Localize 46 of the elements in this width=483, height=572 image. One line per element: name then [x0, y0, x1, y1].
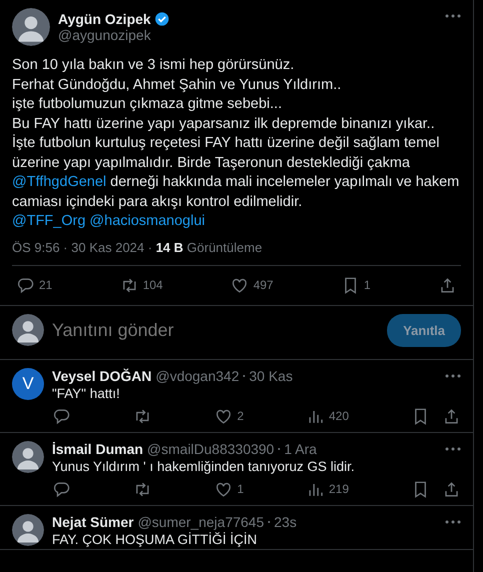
author-handle[interactable]: @aygunozipek	[58, 27, 437, 43]
count: 21	[39, 278, 52, 292]
reply-text: "FAY" hattı!	[52, 386, 121, 400]
tweet-text: işte futbolumuzun çıkmaza gitme sebebi...	[12, 95, 282, 114]
avatar[interactable]	[12, 8, 50, 46]
author-name[interactable]: Aygün Ozipek	[58, 11, 151, 27]
mention-link[interactable]: @TFF_Org	[12, 212, 86, 232]
more-icon[interactable]	[445, 374, 461, 378]
mention-link[interactable]: @TffhgdGenel	[12, 173, 106, 192]
reply-icon[interactable]	[16, 276, 35, 294]
tweet-text: Son 10 yıla bakın ve 3 ismi hep görürsünüz.	[12, 56, 294, 75]
author-name[interactable]: İsmail Duman	[52, 440, 144, 456]
more-icon[interactable]	[445, 14, 461, 18]
reply-text: FAY. ÇOK HOŞUMA GİTTİĞİ İÇİN	[52, 532, 258, 546]
reply-time[interactable]: 1 Ara	[284, 440, 317, 456]
tweet-text: derneği hakkında mali incelemeler yapılmalı ve hakem	[110, 173, 460, 192]
count: 1	[364, 278, 371, 292]
author-name[interactable]: Nejat Sümer	[52, 514, 134, 530]
reply-icon[interactable]	[52, 480, 71, 498]
count: 1	[237, 482, 244, 496]
tweet-text: Ferhat Gündoğdu, Ahmet Şahin ve Yunus Yıldırım..	[12, 76, 342, 94]
tweet-text: üzerine yapı yapılmalıdır. Birde Taşeronun desteklediği çakma	[12, 154, 410, 172]
avatar[interactable]	[12, 440, 44, 472]
tweet-meta: ÖS 9:56 · 30 Kas 2024 · 14 B Görüntüleme	[12, 240, 264, 254]
tweet-text: Bu FAY hattı üzerine yapı yaparsanız ilk depremde binanızı yıkar..	[12, 114, 435, 134]
mention-link[interactable]: @haciosmanoglui	[90, 212, 206, 232]
author-handle[interactable]: @smailDu88330390	[147, 440, 274, 456]
count: 420	[328, 409, 349, 423]
avatar[interactable]: V	[12, 368, 44, 400]
reply-icon[interactable]	[52, 406, 71, 426]
tweet-text: camiası içindeki para akışı kontrol edilmelidir.	[12, 192, 302, 212]
count: 104	[142, 278, 163, 292]
count: 2	[237, 409, 244, 423]
more-icon[interactable]	[445, 520, 461, 524]
count: 497	[253, 278, 274, 292]
avatar[interactable]	[12, 514, 44, 546]
avatar[interactable]	[12, 314, 44, 346]
tweet-text: İşte futbolun kurtuluş reçetesi FAY hattı üzerine değil sağlam temel	[12, 134, 440, 153]
reply-text: Yunus Yıldırım ' ı hakemliğinden tanıyoruz GS lidir.	[52, 458, 356, 474]
author-handle[interactable]: @sumer_neja77645	[138, 514, 264, 530]
reply-time[interactable]: 23s	[274, 514, 297, 530]
reply-time[interactable]: 30 Kas	[249, 368, 293, 384]
more-icon[interactable]	[445, 446, 461, 450]
author-name[interactable]: Veysel DOĞAN	[52, 368, 152, 384]
author-handle[interactable]: @vdogan342	[156, 368, 240, 384]
count: 219	[328, 482, 349, 496]
